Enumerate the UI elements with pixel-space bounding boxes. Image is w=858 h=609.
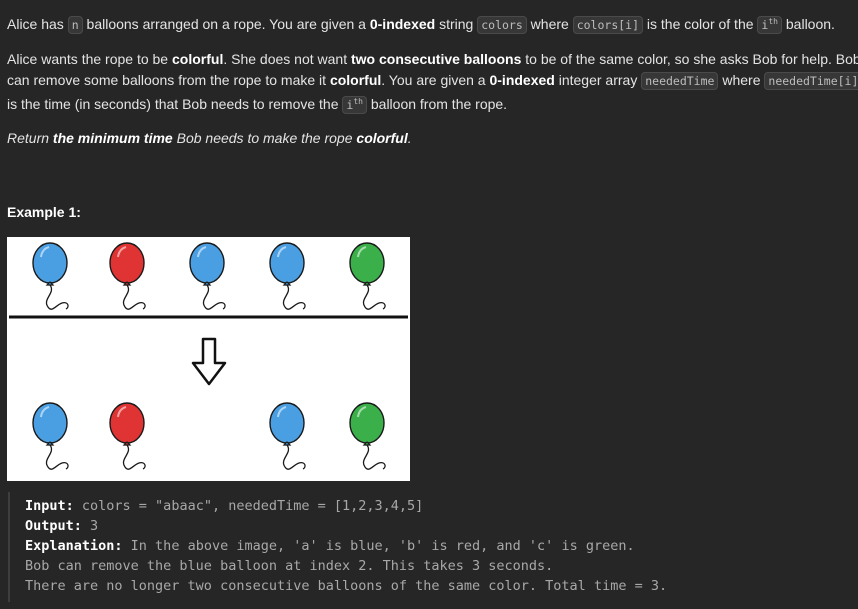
problem-description-line1: Alice wants the rope to be colorful. She… [7, 49, 858, 70]
problem-intro: Alice has n balloons arranged on a rope.… [7, 11, 858, 36]
bold-text: colorful [172, 51, 224, 67]
bold-italic-text: the minimum time [52, 130, 173, 146]
bold-text: 0-indexed [369, 15, 436, 32]
example-explanation-line2: Bob can remove the blue balloon at index… [25, 556, 553, 576]
example-block: Input: colors = "abaac", neededTime = [1… [8, 492, 830, 602]
inline-code-neededtime-i: neededTime[i] [764, 72, 858, 90]
output-value: 3 [81, 518, 99, 534]
text: Alice wants the rope to be [7, 51, 172, 67]
red-balloon [109, 402, 146, 470]
italic-text: Return [7, 130, 53, 146]
blue-balloon [269, 242, 306, 310]
example-explanation: Explanation: In the above image, 'a' is … [25, 536, 635, 556]
text: Alice has [7, 15, 68, 32]
inline-code-colors-i: colors[i] [572, 15, 644, 34]
text: is the time (in seconds) that Bob needs … [7, 95, 343, 112]
example-output: Output: 3 [25, 516, 98, 536]
example-heading: Example 1: [7, 202, 858, 223]
text: integer array [554, 72, 642, 88]
explanation-text: There are no longer two consecutive ball… [25, 578, 668, 594]
red-balloon [109, 242, 146, 310]
example-explanation-line3: There are no longer two consecutive ball… [25, 576, 667, 596]
problem-description-line3: is the time (in seconds) that Bob needs … [7, 91, 858, 116]
text: to be of the same color, so she asks Bob… [521, 51, 858, 67]
output-label: Output: [25, 518, 82, 534]
text: balloon. [782, 15, 835, 32]
explanation-text: Bob can remove the blue balloon at index… [25, 558, 554, 574]
text: string [435, 15, 478, 32]
bold-text: two consecutive balloons [350, 51, 522, 67]
example-figure [7, 237, 410, 481]
balloon-row-before [32, 242, 386, 310]
text: . She does not want [223, 51, 351, 67]
blue-balloon [189, 242, 226, 310]
bold-text: 0-indexed [489, 72, 555, 88]
bold-italic-text: colorful [356, 130, 408, 146]
inline-code-n: n [67, 15, 83, 34]
bold-text: colorful [329, 72, 382, 88]
text: balloon from the rope. [366, 95, 508, 112]
problem-return-statement: Return the minimum time Bob needs to mak… [7, 128, 858, 149]
example-heading-text: Example 1: [7, 204, 81, 220]
text: is the color of the [643, 15, 758, 32]
explanation-text: In the above image, 'a' is blue, 'b' is … [122, 538, 635, 554]
balloon-illustration [9, 242, 408, 470]
green-balloon [349, 242, 386, 310]
example-input: Input: colors = "abaac", neededTime = [1… [25, 496, 423, 516]
down-arrow-icon [191, 337, 227, 386]
ith-sup: th [768, 17, 778, 26]
blue-balloon [32, 242, 69, 310]
inline-code-neededtime: neededTime [641, 72, 719, 90]
italic-text: . [407, 130, 412, 146]
explanation-label: Explanation: [25, 538, 123, 554]
blue-balloon [32, 402, 69, 470]
text: where [526, 15, 573, 32]
ith-sup: th [353, 97, 363, 106]
inline-code-ith: ith [757, 15, 782, 34]
green-balloon [349, 402, 386, 470]
input-value: colors = "abaac", neededTime = [1,2,3,4,… [73, 498, 424, 514]
text: balloons arranged on a rope. You are giv… [82, 15, 370, 32]
text: can remove some balloons from the rope t… [7, 72, 330, 88]
text: . You are given a [381, 72, 490, 88]
inline-code-ith: ith [342, 95, 367, 114]
balloon-row-after [32, 402, 386, 470]
problem-description-line2: can remove some balloons from the rope t… [7, 70, 858, 92]
inline-code-colors: colors [477, 15, 527, 34]
italic-text: Bob needs to make the rope [172, 130, 357, 146]
blue-balloon [269, 402, 306, 470]
input-label: Input: [25, 498, 74, 514]
text: where [718, 72, 765, 88]
